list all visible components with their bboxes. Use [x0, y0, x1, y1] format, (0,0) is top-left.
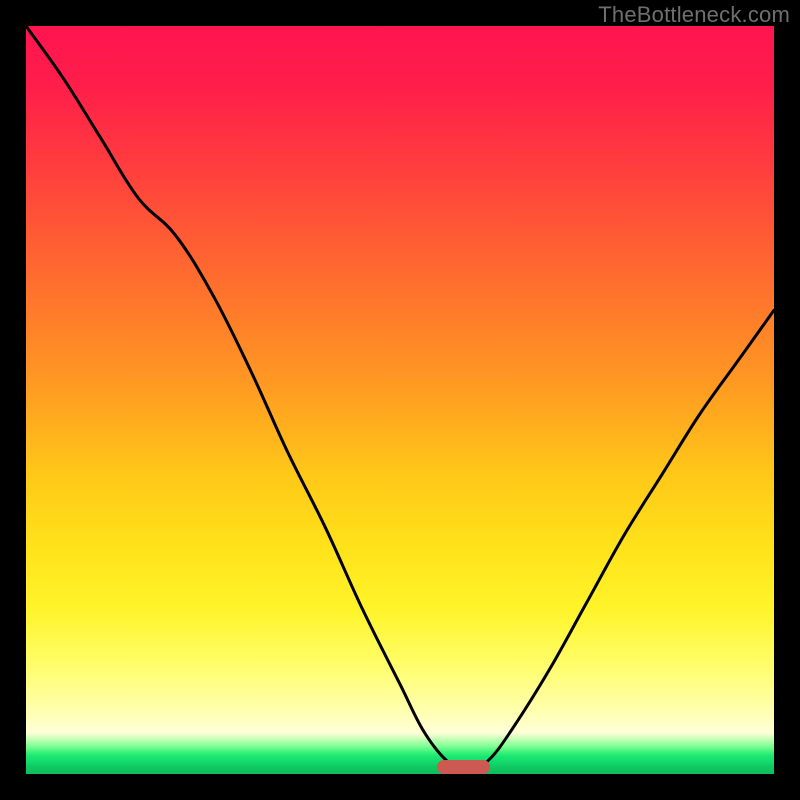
- curve-path: [26, 26, 774, 768]
- bottleneck-curve: [26, 26, 774, 774]
- watermark-text: TheBottleneck.com: [598, 2, 790, 28]
- optimal-range-marker: [437, 760, 489, 774]
- chart-frame: TheBottleneck.com: [0, 0, 800, 800]
- plot-area: [26, 26, 774, 774]
